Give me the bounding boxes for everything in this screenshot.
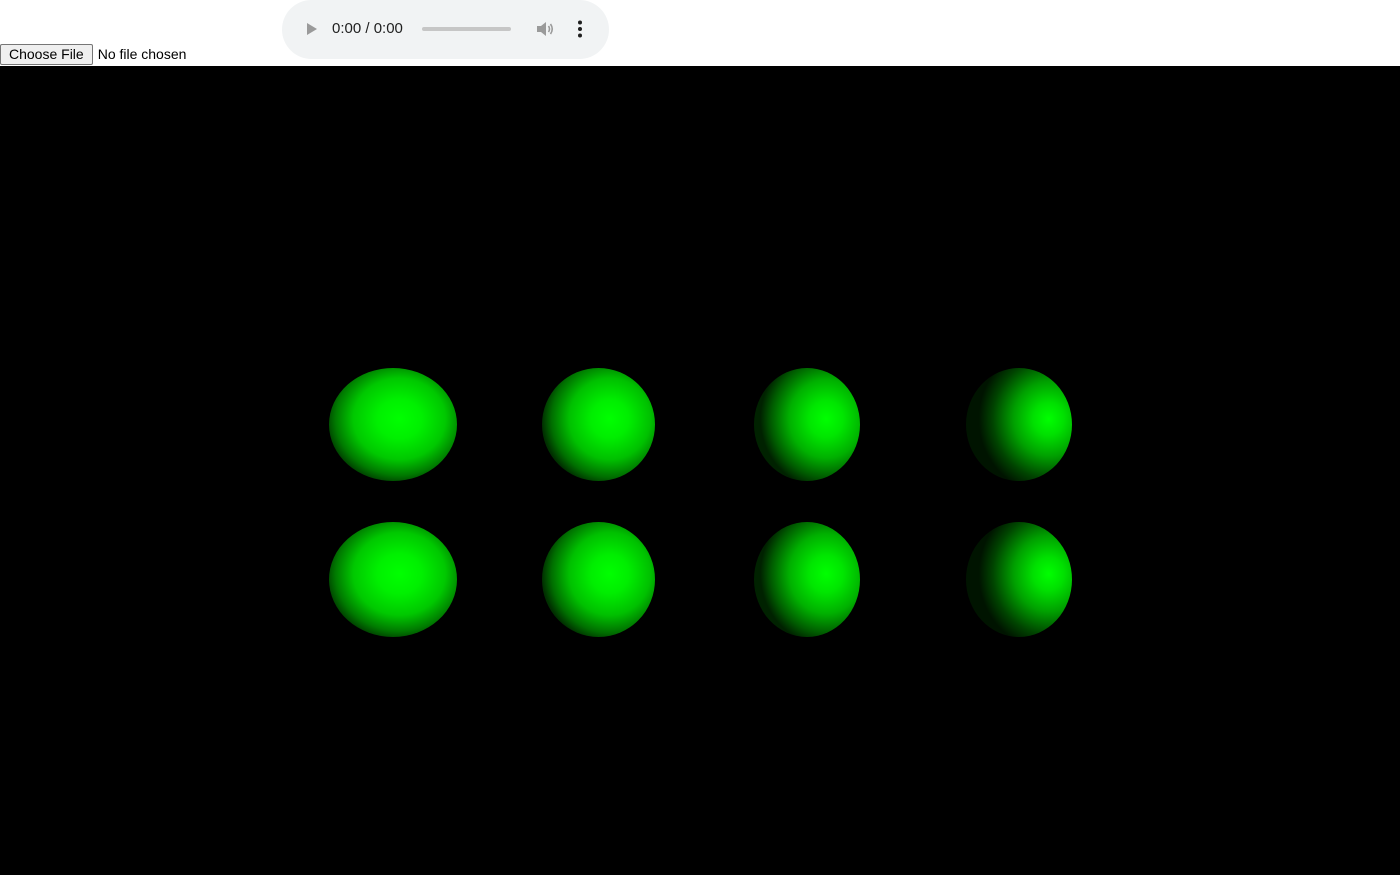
volume-icon[interactable] — [535, 19, 555, 39]
sphere — [754, 368, 860, 481]
audio-progress-slider[interactable] — [422, 27, 511, 31]
audio-player[interactable]: 0:00 / 0:00 — [282, 0, 609, 59]
sphere — [542, 522, 655, 637]
play-icon[interactable] — [304, 22, 318, 36]
webgl-canvas[interactable] — [0, 66, 1400, 875]
sphere — [329, 368, 457, 481]
top-controls: 0:00 / 0:00 Choose File No file chosen — [0, 0, 1400, 66]
audio-time-display: 0:00 / 0:00 — [332, 20, 403, 37]
choose-file-button[interactable]: Choose File — [0, 43, 93, 65]
file-status-text: No file chosen — [97, 46, 187, 62]
sphere — [542, 368, 655, 481]
sphere — [329, 522, 457, 637]
sphere — [966, 368, 1072, 481]
sphere — [754, 522, 860, 637]
more-options-icon[interactable] — [572, 19, 588, 39]
sphere — [966, 522, 1072, 637]
file-input: Choose File No file chosen — [0, 43, 186, 65]
